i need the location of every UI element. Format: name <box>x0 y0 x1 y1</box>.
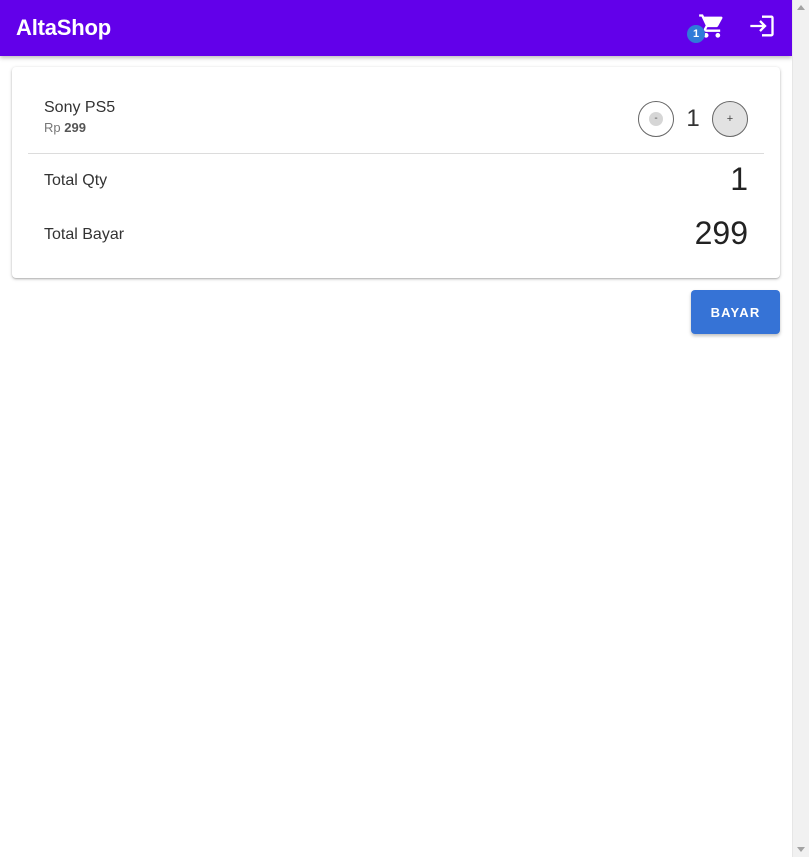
total-pay-label: Total Bayar <box>44 226 125 243</box>
item-currency: Rp <box>44 120 61 135</box>
cart-button[interactable]: 1 <box>687 12 728 44</box>
item-price: Rp 299 <box>44 120 86 135</box>
page: AltaShop 1 Sony PS5 Rp 299 - 1 + Total Q… <box>0 0 792 857</box>
cart-badge: 1 <box>687 25 705 43</box>
app-actions: 1 <box>687 0 778 56</box>
cart-item: Sony PS5 Rp 299 - 1 + <box>44 97 748 141</box>
scroll-down-arrow[interactable] <box>797 847 805 852</box>
decrement-label: - <box>649 112 663 126</box>
pay-button[interactable]: BAYAR <box>691 290 780 334</box>
decrement-button[interactable]: - <box>638 101 674 137</box>
item-price-value: 299 <box>64 120 86 135</box>
quantity-stepper: - 1 + <box>638 101 748 137</box>
vertical-scrollbar[interactable] <box>792 0 809 857</box>
increment-button[interactable]: + <box>712 101 748 137</box>
total-pay-value: 299 <box>694 215 748 251</box>
total-qty-value: 1 <box>730 161 748 197</box>
app-title: AltaShop <box>16 15 111 40</box>
login-button[interactable] <box>746 12 778 44</box>
cart-card: Sony PS5 Rp 299 - 1 + Total Qty 1 Total … <box>12 67 780 278</box>
total-qty-label: Total Qty <box>44 172 108 189</box>
app-bar: AltaShop 1 <box>0 0 792 56</box>
total-qty-row: Total Qty 1 <box>44 161 748 201</box>
login-icon <box>748 12 776 45</box>
scroll-up-arrow[interactable] <box>797 5 805 10</box>
total-pay-row: Total Bayar 299 <box>44 215 748 255</box>
item-name: Sony PS5 <box>44 99 116 116</box>
divider <box>28 153 764 154</box>
quantity-value: 1 <box>686 105 700 132</box>
